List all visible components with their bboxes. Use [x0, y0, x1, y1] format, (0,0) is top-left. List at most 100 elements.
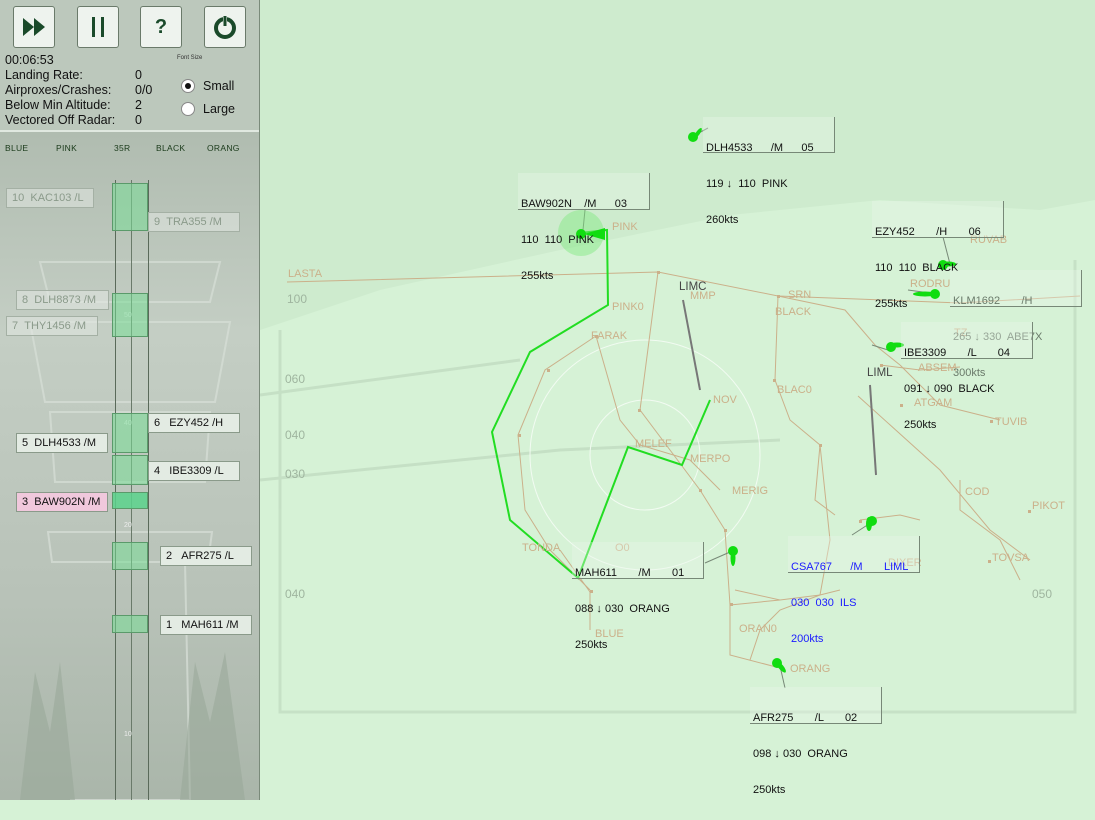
db-line: MAH611 /M 01	[575, 567, 685, 579]
ruler-label: 20	[124, 522, 132, 529]
help-button[interactable]: ?	[140, 6, 182, 48]
font-size-large-label[interactable]: Large	[203, 102, 235, 116]
flight-strip-9[interactable]: 9 TRA355 /M	[148, 212, 240, 232]
db-line: 250kts	[904, 419, 937, 431]
db-line: 091 ↓ 090 BLACK	[904, 383, 995, 395]
landing-rate-label: Landing Rate:	[5, 68, 83, 82]
flight-strip-6[interactable]: 6 EZY452 /H	[148, 413, 240, 433]
strip-callsign: EZY452 /H	[169, 417, 224, 429]
strip-callsign: AFR275 /L	[181, 550, 234, 562]
flight-strip-3[interactable]: 3 BAW902N /M	[16, 492, 108, 512]
data-block-ezy452[interactable]: EZY452 /H 06 110 110 BLACK 255kts	[872, 201, 1004, 310]
altitude-label: 030	[285, 467, 306, 481]
ruler-label: 10	[124, 731, 132, 738]
data-block-mah611[interactable]: MAH611 /M 01 088 ↓ 030 ORANG 250kts	[572, 542, 704, 651]
aircraft-slot	[112, 455, 148, 485]
strip-number: 9	[154, 216, 161, 228]
control-panel: ? 00:06:53 Landing Rate: 0 Airproxes/Cra…	[0, 0, 260, 800]
flight-strip-7[interactable]: 7 THY1456 /M	[6, 316, 98, 336]
fix-label: BLACK	[775, 306, 812, 318]
aircraft-slot	[112, 615, 148, 633]
aircraft-slot	[112, 183, 148, 231]
below-min-altitude-label: Below Min Altitude:	[5, 98, 111, 112]
flight-strip-10[interactable]: 10 KAC103 /L	[6, 188, 94, 208]
fix-label: MERPO	[690, 453, 731, 465]
strip-number: 2	[166, 550, 173, 562]
font-size-large-radio[interactable]	[181, 102, 195, 116]
landing-rate-value: 0	[135, 68, 142, 82]
aircraft-slot-selected	[112, 492, 148, 509]
db-line: 098 ↓ 030 ORANG	[753, 748, 848, 760]
pause-button[interactable]	[77, 6, 119, 48]
data-block-dlh4533[interactable]: DLH4533 /M 05 119 ↓ 110 PINK 260kts	[703, 117, 835, 226]
db-line: 260kts	[706, 214, 739, 226]
vectored-label: Vectored Off Radar:	[5, 113, 116, 127]
below-min-altitude-value: 2	[135, 98, 142, 112]
db-line: BAW902N /M 03	[521, 198, 628, 210]
flight-strip-8[interactable]: 8 DLH8873 /M	[16, 290, 109, 310]
font-size-small-radio[interactable]	[181, 79, 195, 93]
db-line: AFR275 /L 02	[753, 712, 858, 724]
strip-number: 6	[154, 417, 161, 429]
strip-callsign: MAH611 /M	[181, 619, 239, 631]
strip-callsign: DLH8873 /M	[34, 294, 97, 306]
data-block-afr275[interactable]: AFR275 /L 02 098 ↓ 030 ORANG 250kts	[750, 687, 882, 796]
aircraft-slot	[112, 293, 148, 337]
column-header-blue: BLUE	[5, 143, 29, 153]
aircraft-slot	[112, 413, 148, 453]
airproxes-label: Airproxes/Crashes:	[5, 83, 112, 97]
strip-number: 3	[22, 496, 29, 508]
airport-label: LIML	[867, 367, 893, 379]
data-block-baw902n[interactable]: BAW902N /M 03 110 110 PINK 255kts	[518, 173, 650, 282]
strip-callsign: KAC103 /L	[30, 192, 84, 204]
db-line: EZY452 /H 06	[875, 226, 981, 238]
db-line: 110 110 PINK	[521, 234, 594, 246]
power-icon	[214, 15, 236, 39]
flight-strip-4[interactable]: 4 IBE3309 /L	[148, 461, 240, 481]
strip-number: 10	[12, 192, 25, 204]
power-button[interactable]	[204, 6, 246, 48]
data-block-csa767[interactable]: CSA767 /M LIML 030 030 ILS 200kts	[788, 536, 920, 645]
fast-forward-button[interactable]	[13, 6, 55, 48]
radar-scope[interactable]: 100 060 040 030 040 050 PINK PINK0 FARAK…	[260, 0, 1095, 800]
pause-icon	[92, 17, 104, 37]
altitude-label: 100	[287, 292, 308, 306]
flight-strip-5[interactable]: 5 DLH4533 /M	[16, 433, 108, 453]
font-size-label: Font Size	[177, 55, 203, 61]
column-header-pink: PINK	[56, 143, 78, 153]
altitude-label: 060	[285, 372, 306, 386]
db-line: KLM1692 /H	[953, 295, 1033, 307]
altitude-label: 050	[1032, 587, 1053, 601]
db-line: 119 ↓ 110 PINK	[706, 178, 788, 190]
fix-label: ORAN0	[739, 623, 777, 635]
strip-callsign: BAW902N /M	[34, 496, 101, 508]
column-header-orang: ORANG	[207, 143, 240, 153]
clock: 00:06:53	[5, 53, 54, 67]
question-icon: ?	[154, 15, 168, 38]
db-line: DLH4533 /M 05	[706, 142, 814, 154]
strip-number: 1	[166, 619, 173, 631]
fix-label: SRN	[788, 289, 812, 301]
font-size-small-label[interactable]: Small	[203, 79, 234, 93]
db-line: 200kts	[791, 633, 824, 645]
strip-number: 8	[22, 294, 29, 306]
db-line: 088 ↓ 030 ORANG	[575, 603, 670, 615]
strip-callsign: THY1456 /M	[24, 320, 86, 332]
db-line: 030 030 ILS	[791, 597, 857, 609]
strip-callsign: IBE3309 /L	[169, 465, 224, 477]
column-header-35r: 35R	[114, 143, 131, 153]
panel-header: ? 00:06:53 Landing Rate: 0 Airproxes/Cra…	[0, 0, 259, 132]
fix-label: LASTA	[288, 268, 323, 280]
fix-label: TOVSA	[992, 552, 1030, 564]
db-line: 250kts	[753, 784, 786, 796]
strip-number: 7	[12, 320, 19, 332]
fix-label: MELEF	[635, 438, 672, 450]
flight-strip-2[interactable]: 2 AFR275 /L	[160, 546, 252, 566]
data-block-klm1692[interactable]: KLM1692 /H 265 ↓ 330 ABE7X 300kts	[950, 270, 1082, 379]
strip-number: 4	[154, 465, 161, 477]
column-header-black: BLACK	[156, 143, 186, 153]
data-block-ibe3309[interactable]: IBE3309 /L 04 091 ↓ 090 BLACK 250kts	[901, 322, 1033, 431]
aircraft-slot	[112, 542, 148, 570]
flight-strip-1[interactable]: 1 MAH611 /M	[160, 615, 252, 635]
airproxes-value: 0/0	[135, 83, 153, 97]
